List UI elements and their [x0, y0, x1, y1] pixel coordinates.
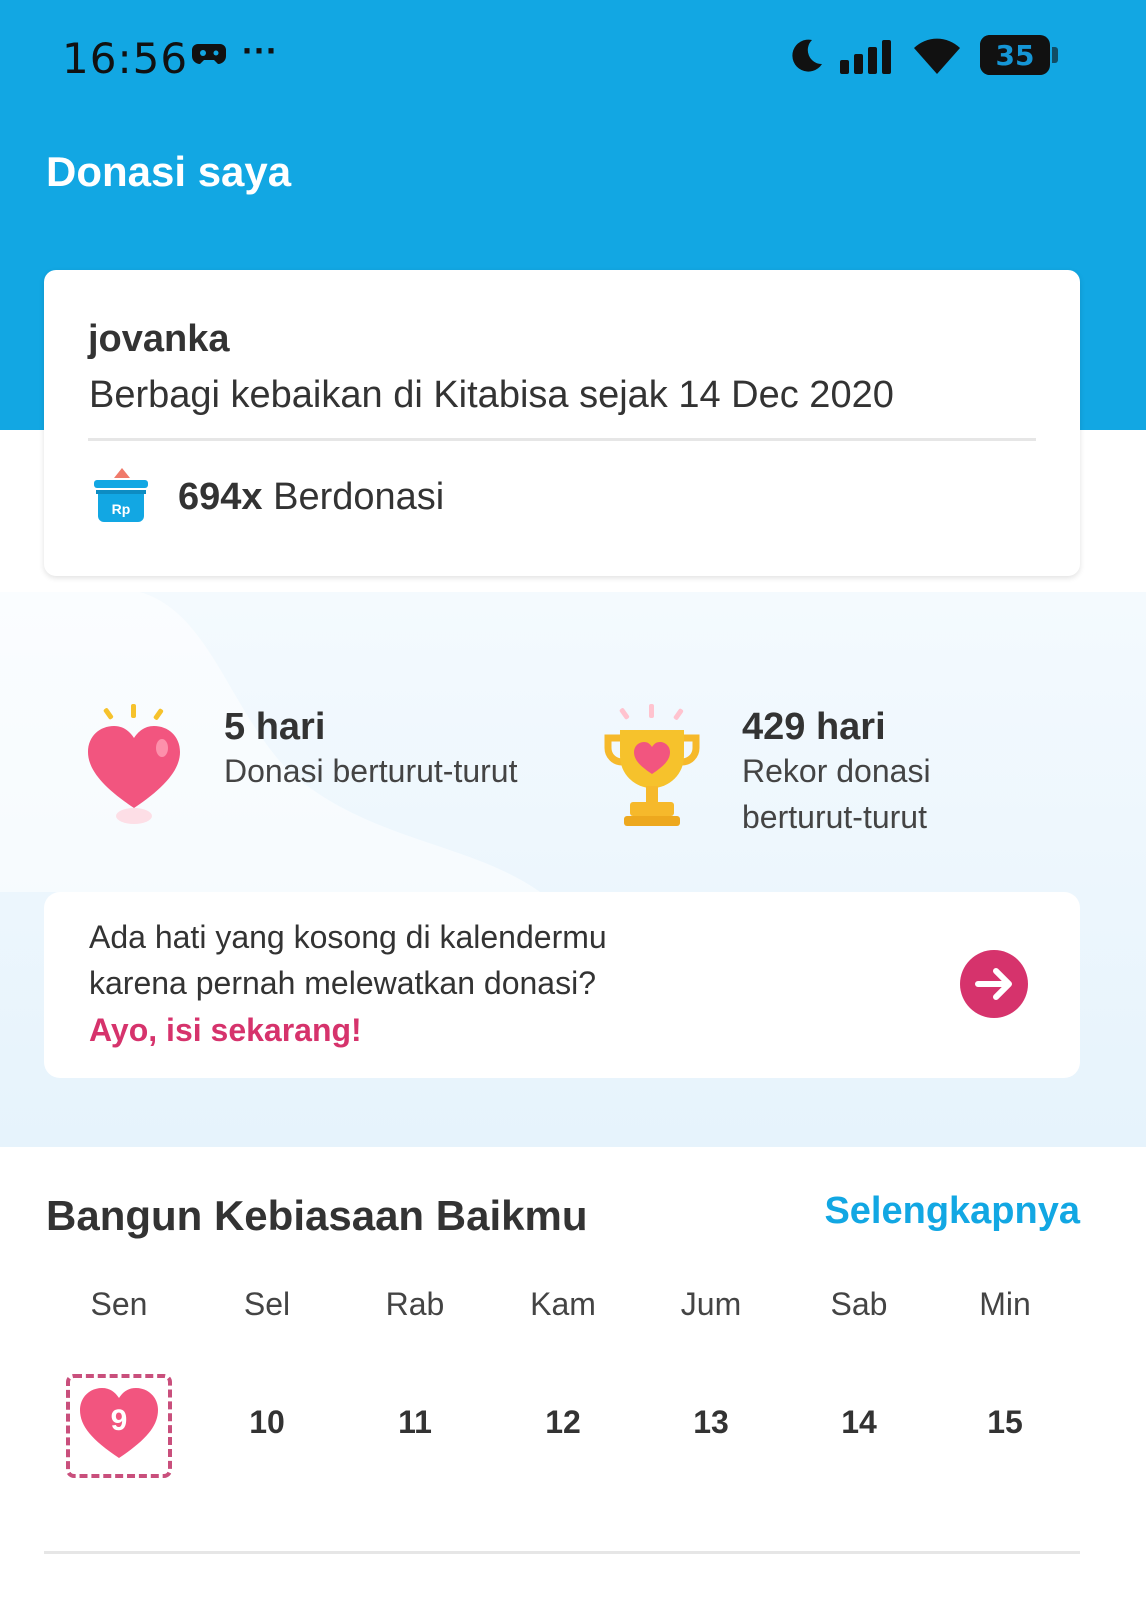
battery-icon: 35 — [980, 35, 1050, 75]
calendar-day[interactable]: 14 — [799, 1404, 919, 1441]
moon-icon — [786, 36, 826, 81]
heart-streak-icon — [84, 704, 184, 833]
signal-icon — [838, 38, 896, 81]
current-streak-value: 5 hari — [224, 706, 326, 748]
calendar-day-today-number: 9 — [110, 1404, 128, 1437]
fill-calendar-cta[interactable]: Ayo, isi sekarang! — [89, 1012, 362, 1049]
battery-level: 35 — [995, 39, 1035, 72]
weekday-rab: Rab — [385, 1286, 445, 1322]
profile-card: jovanka Berbagi kebaikan di Kitabisa sej… — [44, 270, 1080, 576]
weekday-sen: Sen — [90, 1286, 148, 1322]
profile-name: jovanka — [88, 318, 230, 360]
weekday-sab: Sab — [830, 1286, 888, 1322]
fill-calendar-card[interactable]: Ada hati yang kosong di kalendermu karen… — [44, 892, 1080, 1078]
more-notifications-icon: ··· — [242, 30, 278, 71]
donation-count-label: Berdonasi — [262, 476, 445, 518]
status-time: 16:56 — [62, 34, 189, 83]
wifi-icon — [912, 36, 962, 81]
page-title: Donasi saya — [46, 148, 292, 195]
see-more-link[interactable]: Selengkapnya — [812, 1190, 1080, 1233]
profile-since: Berbagi kebaikan di Kitabisa sejak 14 De… — [89, 374, 894, 416]
record-streak-value: 429 hari — [742, 706, 886, 748]
weekday-kam: Kam — [530, 1286, 596, 1322]
divider — [88, 438, 1036, 441]
donation-box-icon: Rp — [92, 466, 150, 531]
weekday-min: Min — [979, 1286, 1031, 1322]
calendar-day[interactable]: 13 — [651, 1404, 771, 1441]
record-streak-label: Rekor donasi berturut-turut — [742, 753, 931, 835]
status-bar: 16:56 ··· 35 — [0, 0, 1146, 110]
calendar-day[interactable]: 10 — [207, 1404, 327, 1441]
donation-box-label: Rp — [112, 501, 131, 517]
game-controller-icon — [192, 40, 226, 73]
arrow-right-button[interactable] — [960, 950, 1028, 1018]
donation-count-value: 694x — [178, 476, 263, 518]
donation-count: 694x Berdonasi — [178, 476, 444, 519]
calendar-day[interactable]: 11 — [355, 1404, 475, 1441]
divider — [44, 1551, 1080, 1554]
battery-cap — [1052, 47, 1058, 63]
calendar-day[interactable]: 12 — [503, 1404, 623, 1441]
calendar-day[interactable]: 15 — [945, 1404, 1065, 1441]
weekday-sel: Sel — [243, 1286, 291, 1322]
weekday-jum: Jum — [680, 1286, 742, 1322]
fill-calendar-text: Ada hati yang kosong di kalendermu karen… — [89, 919, 607, 1001]
trophy-icon — [602, 704, 702, 835]
arrow-right-icon — [975, 968, 1012, 1000]
habit-title: Bangun Kebiasaan Baikmu — [46, 1192, 588, 1239]
current-streak-label: Donasi berturut-turut — [224, 753, 518, 789]
